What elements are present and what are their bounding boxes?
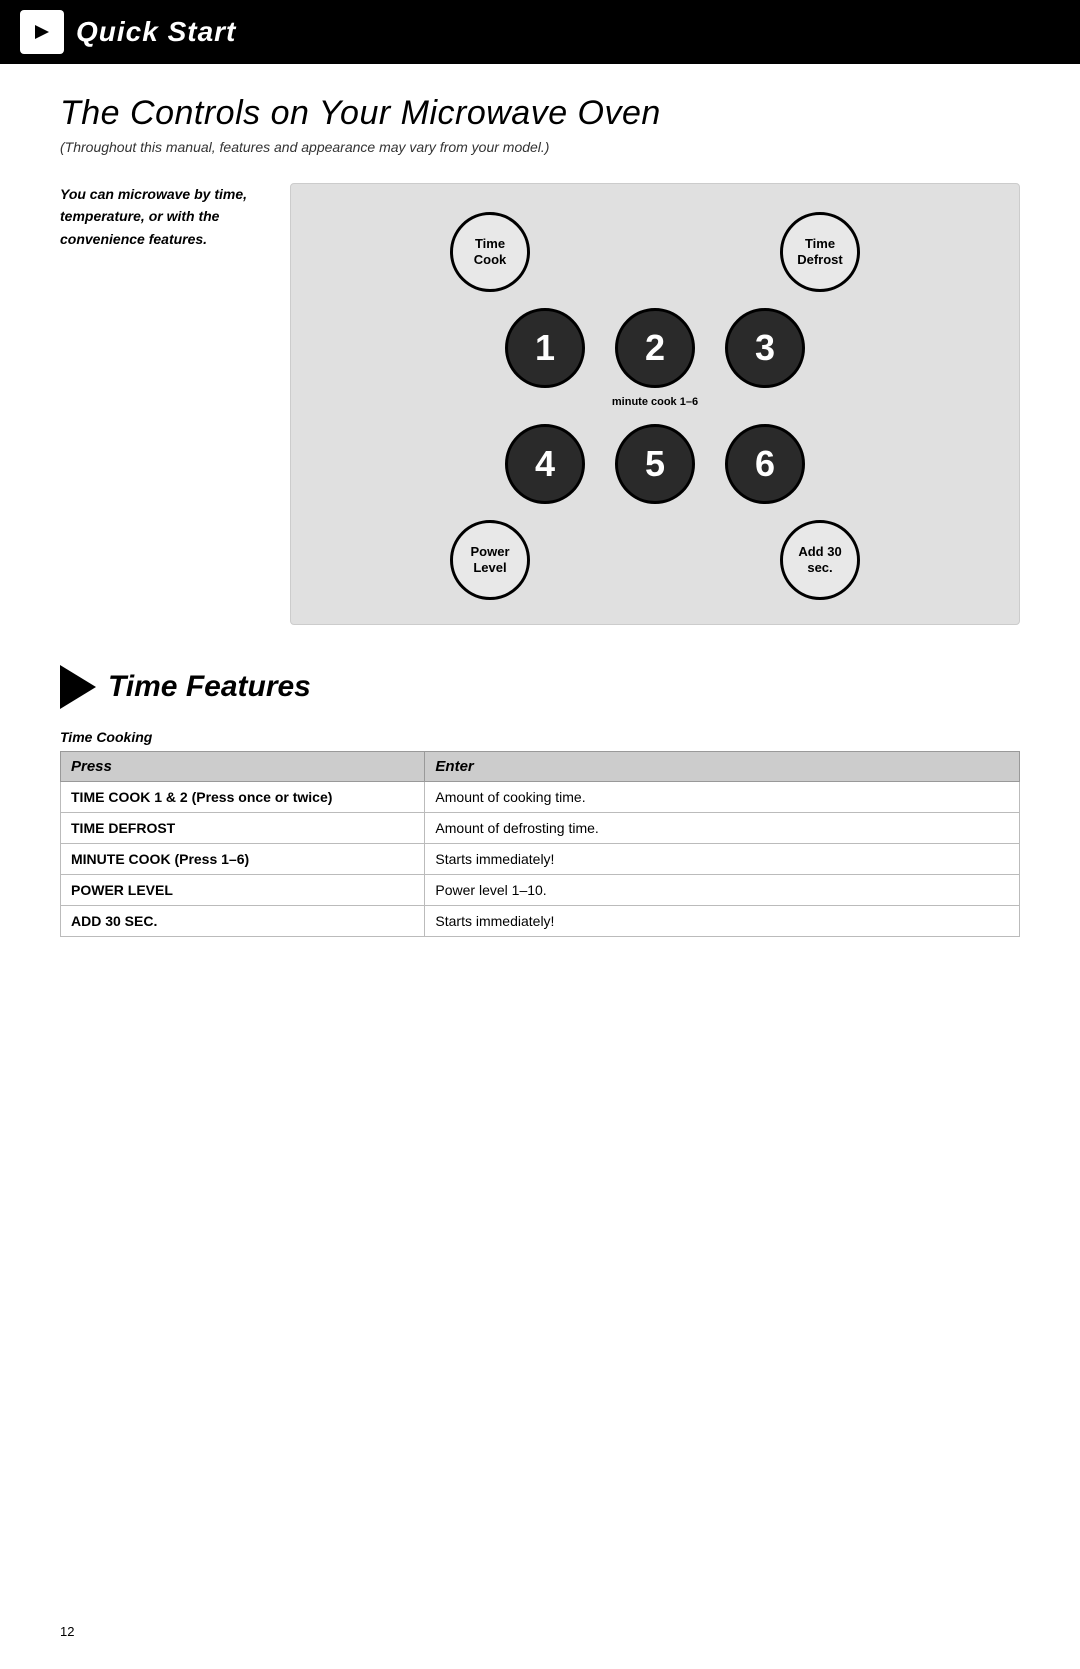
time-defrost-label: Time Defrost xyxy=(797,236,843,267)
keypad-panel: Time Cook Time Defrost 1 2 3 xyxy=(290,183,1020,625)
button-3[interactable]: 3 xyxy=(725,308,805,388)
table-cell-enter: Amount of defrosting time. xyxy=(425,813,1020,844)
button-4[interactable]: 4 xyxy=(505,424,585,504)
power-level-button[interactable]: Power Level xyxy=(450,520,530,600)
page-title: The Controls on Your Microwave Oven xyxy=(60,94,1020,133)
time-defrost-button[interactable]: Time Defrost xyxy=(780,212,860,292)
table-cell-enter: Amount of cooking time. xyxy=(425,782,1020,813)
main-content: The Controls on Your Microwave Oven (Thr… xyxy=(0,64,1080,977)
keypad-row-bottom: Power Level Add 30 sec. xyxy=(340,520,970,600)
keypad-row-456: 4 5 6 xyxy=(505,424,805,504)
table-cell-enter: Power level 1–10. xyxy=(425,875,1020,906)
table-cell-press: TIME COOK 1 & 2 (Press once or twice) xyxy=(61,782,425,813)
power-level-label: Power Level xyxy=(470,544,509,575)
keypad-row-123: 1 2 3 xyxy=(505,308,805,388)
table-cell-press: MINUTE COOK (Press 1–6) xyxy=(61,844,425,875)
table-row: ADD 30 SEC.Starts immediately! xyxy=(61,906,1020,937)
header-bar: Quick Start xyxy=(0,0,1080,64)
add30-label: Add 30 sec. xyxy=(798,544,841,575)
button-1[interactable]: 1 xyxy=(505,308,585,388)
header-title: Quick Start xyxy=(76,16,236,48)
table-cell-press: TIME DEFROST xyxy=(61,813,425,844)
controls-description: You can microwave by time, temperature, … xyxy=(60,183,260,625)
table-header-enter: Enter xyxy=(425,752,1020,782)
time-cooking-label: Time Cooking xyxy=(60,729,1020,745)
table-cell-press: POWER LEVEL xyxy=(61,875,425,906)
button-5[interactable]: 5 xyxy=(615,424,695,504)
table-row: TIME DEFROSTAmount of defrosting time. xyxy=(61,813,1020,844)
add30-button[interactable]: Add 30 sec. xyxy=(780,520,860,600)
time-cook-label: Time Cook xyxy=(474,236,507,267)
table-row: MINUTE COOK (Press 1–6)Starts immediatel… xyxy=(61,844,1020,875)
logo-icon xyxy=(20,10,64,54)
table-header-press: Press xyxy=(61,752,425,782)
table-cell-enter: Starts immediately! xyxy=(425,844,1020,875)
page-number: 12 xyxy=(60,1624,74,1639)
table-row: TIME COOK 1 & 2 (Press once or twice)Amo… xyxy=(61,782,1020,813)
keypad-row-top: Time Cook Time Defrost xyxy=(340,212,970,292)
table-cell-press: ADD 30 SEC. xyxy=(61,906,425,937)
time-features-header: Time Features xyxy=(60,665,1020,709)
table-header-row: Press Enter xyxy=(61,752,1020,782)
time-cook-button[interactable]: Time Cook xyxy=(450,212,530,292)
minute-cook-label: minute cook 1–6 xyxy=(612,396,698,408)
table-cell-enter: Starts immediately! xyxy=(425,906,1020,937)
button-2[interactable]: 2 xyxy=(615,308,695,388)
button-6[interactable]: 6 xyxy=(725,424,805,504)
time-features-title: Time Features xyxy=(108,670,311,704)
table-row: POWER LEVELPower level 1–10. xyxy=(61,875,1020,906)
features-table: Press Enter TIME COOK 1 & 2 (Press once … xyxy=(60,751,1020,937)
controls-layout: You can microwave by time, temperature, … xyxy=(60,183,1020,625)
section-arrow-icon xyxy=(60,665,96,709)
page-subtitle: (Throughout this manual, features and ap… xyxy=(60,139,1020,155)
time-features-section: Time Features Time Cooking Press Enter T… xyxy=(60,665,1020,937)
